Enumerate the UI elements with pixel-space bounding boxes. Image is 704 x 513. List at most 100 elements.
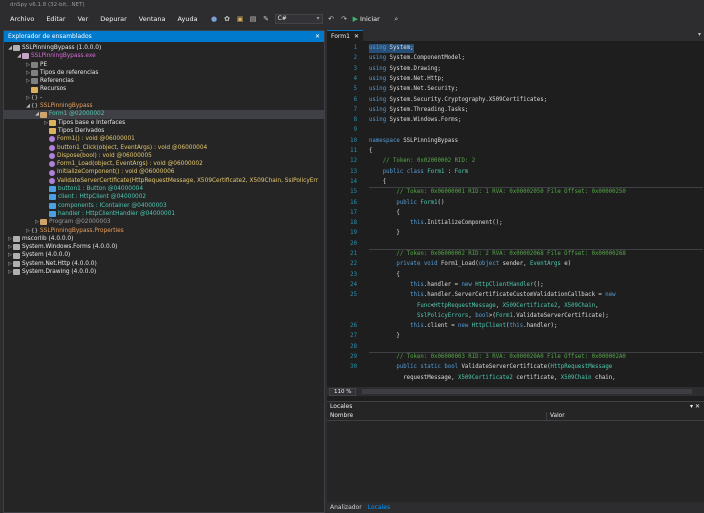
code-text: // Token: 0x02000002 RID: 2: [369, 158, 476, 165]
code-line: 6 using System.Security.Cryptography.X509…: [327, 96, 704, 105]
tree-item-label: System.Drawing (4.0.0.0): [22, 269, 97, 276]
locals-header: Locales ▾ ✕: [327, 402, 704, 412]
redo-icon[interactable]: ↷: [340, 15, 349, 24]
tree-item[interactable]: ▷{} SSLPinningBypass.Properties: [4, 227, 324, 235]
code-line: 19 }: [327, 229, 704, 238]
tree-item[interactable]: ▷ Program @02000003: [4, 218, 324, 226]
back-icon[interactable]: ●: [210, 15, 219, 24]
tree-item[interactable]: Dispose(bool) : void @06000005: [4, 152, 324, 160]
language-select[interactable]: C#: [274, 14, 323, 24]
tree-item[interactable]: InitializeComponent() : void @06000006: [4, 168, 324, 176]
code-line: 7 using System.Threading.Tasks;: [327, 106, 704, 115]
code-line: 5 using System.Net.Security;: [327, 85, 704, 94]
tree-item[interactable]: ▷{} -: [4, 94, 324, 102]
code-text: this.handler.ServerCertificateCustomVali…: [410, 292, 616, 299]
field-icon: [49, 202, 56, 209]
bottom-tabs: Analizador Locales: [327, 502, 704, 513]
code-line: 23 {: [327, 271, 704, 280]
line-number: 21: [350, 251, 357, 257]
close-icon[interactable]: ✕: [354, 31, 359, 42]
method-icon: [49, 177, 55, 184]
code-line: 9: [327, 126, 704, 135]
method-icon: [49, 169, 55, 176]
tab-analizador[interactable]: Analizador: [327, 502, 365, 513]
tree-item[interactable]: ◢ Form1 @02000002: [4, 110, 324, 119]
line-number: 10: [350, 137, 357, 144]
code-line: 26 this.client = new HttpClient(this.han…: [327, 322, 704, 331]
tree-item-label: System (4.0.0.0): [22, 252, 71, 259]
tree-item[interactable]: ▷ System (4.0.0.0): [4, 251, 324, 259]
tree-item[interactable]: Recursos: [4, 85, 324, 93]
code-text: // Token: 0x06000003 RID: 3 RVA: 0x00002…: [369, 354, 626, 360]
zoom-select[interactable]: 110 %: [329, 387, 357, 396]
tree-item[interactable]: ValidateServerCertificate(HttpRequestMes…: [4, 177, 324, 185]
column-name[interactable]: Nombre: [327, 412, 547, 420]
column-value[interactable]: Valor: [547, 412, 565, 420]
menu-archivo[interactable]: Archivo: [4, 15, 40, 23]
code-text: this.client = new HttpClient(this.handle…: [410, 323, 558, 330]
code-line: 14 {: [327, 178, 704, 187]
code-line: 27 }: [327, 332, 704, 341]
tree-item[interactable]: button1 : Button @04000004: [4, 185, 324, 193]
tree-item[interactable]: components : IContainer @04000003: [4, 202, 324, 210]
tree-item[interactable]: client : HttpClient @04000002: [4, 193, 324, 201]
code-text: Func<HttpRequestMessage, X509Certificate…: [416, 302, 599, 309]
line-number: 2: [353, 55, 357, 62]
menu-ver[interactable]: Ver: [72, 15, 95, 23]
tree-item-label: PE: [40, 61, 48, 68]
field-icon: [49, 186, 56, 193]
tree-item[interactable]: Tipos Derivados: [4, 127, 324, 135]
tree-item[interactable]: ▷ System.Drawing (4.0.0.0): [4, 268, 324, 276]
menu-depurar[interactable]: Depurar: [94, 15, 133, 23]
code-line: 16 public Form1(): [327, 199, 704, 208]
tree-item[interactable]: Form1() : void @06000001: [4, 135, 324, 143]
tree-item[interactable]: ◢{} SSLPinningBypass: [4, 102, 324, 110]
editor-area: Form1 ✕ ▾ 1 using System; 2 using System.Co…: [327, 30, 704, 513]
code-text: requestMessage, X509Certificate2 certifi…: [369, 374, 616, 381]
save-icon[interactable]: ▤: [249, 15, 258, 24]
search-icon[interactable]: ⌕: [392, 15, 401, 24]
tree-item[interactable]: ▷ System.Windows.Forms (4.0.0.0): [4, 243, 324, 251]
line-number: 11: [350, 148, 357, 154]
assembly-icon: [13, 45, 20, 52]
tree-item[interactable]: Form1_Load(object, EventArgs) : void @06…: [4, 160, 324, 168]
tree-item[interactable]: ▷ mscorlib (4.0.0.0): [4, 235, 324, 243]
tree-item[interactable]: ▷ Referencias: [4, 77, 324, 85]
line-number: 15: [350, 189, 357, 196]
tree-item[interactable]: ▷ PE: [4, 61, 324, 69]
tab-locales[interactable]: Locales: [365, 502, 393, 513]
start-label: Iniciar: [359, 15, 380, 23]
menu-editar[interactable]: Editar: [40, 15, 71, 23]
horizontal-scrollbar[interactable]: [362, 389, 693, 394]
close-icon[interactable]: ▾ ✕: [690, 402, 700, 412]
assembly-explorer-header: Explorador de ensamblados ✕: [4, 31, 324, 42]
undo-icon[interactable]: ↶: [327, 15, 336, 24]
code-line: 1 using System;: [327, 44, 704, 53]
tree-item-label: Tipos Derivados: [58, 127, 105, 134]
tree-item[interactable]: handler : HttpClientHandler @04000001: [4, 210, 324, 218]
close-icon[interactable]: ✕: [315, 31, 320, 42]
settings-icon[interactable]: ✿: [223, 15, 232, 24]
locals-title: Locales: [330, 403, 353, 410]
tab-form1[interactable]: Form1 ✕: [327, 30, 363, 41]
start-button[interactable]: ▶ Iniciar: [353, 15, 380, 23]
tree-item[interactable]: ▷ System.Net.Http (4.0.0.0): [4, 260, 324, 268]
code-text: public static bool ValidateServerCertifi…: [396, 364, 613, 371]
tree-item[interactable]: ◢ SSLPinningBypass (1.0.0.0): [4, 44, 324, 52]
edit-icon[interactable]: ✎: [262, 15, 271, 24]
tree-item[interactable]: button1_Click(object, EventArgs) : void …: [4, 144, 324, 152]
code-line: 22 private void Form1_Load(object sender…: [327, 260, 704, 269]
menu-ayuda[interactable]: Ayuda: [171, 15, 203, 23]
code-text: using System.Net.Http;: [369, 75, 445, 82]
code-line: SslPolicyErrors, bool>(Form1.ValidateSer…: [327, 312, 704, 321]
open-icon[interactable]: ▣: [236, 15, 245, 24]
code-line: 13 public class Form1 : Form: [327, 168, 704, 177]
chevron-down-icon[interactable]: ▾: [698, 31, 701, 38]
tree-item[interactable]: ▷ Tipos de referencias: [4, 69, 324, 77]
tree-item[interactable]: ▷ Tipos base e Interfaces: [4, 119, 324, 127]
field-icon: [49, 194, 56, 201]
code-editor[interactable]: 1 using System; 2 using System.ComponentMod…: [327, 41, 704, 387]
code-line: 24 this.handler = new HttpClientHandler(…: [327, 281, 704, 290]
tree-item[interactable]: ◢ SSLPinningBypass.exe: [4, 52, 324, 60]
menu-ventana[interactable]: Ventana: [133, 15, 172, 23]
